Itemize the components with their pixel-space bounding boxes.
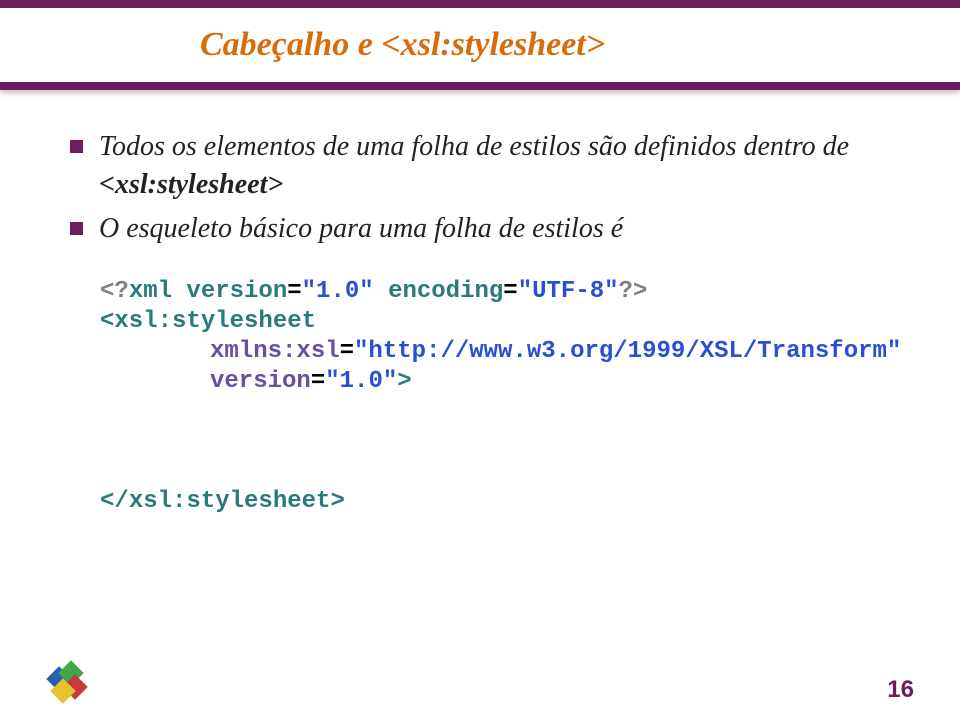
code-token: xsl:stylesheet	[114, 308, 316, 335]
code-block: <?xml version="1.0" encoding="UTF-8"?> <…	[100, 277, 890, 517]
slide-title: Cabeçalho e <xsl:stylesheet>	[200, 26, 605, 64]
code-line: <?xml version="1.0" encoding="UTF-8"?>	[100, 277, 890, 307]
bullet-text: O esqueleto básico para uma folha de est…	[99, 210, 623, 248]
page-number: 16	[887, 676, 914, 704]
code-token: >	[330, 488, 344, 515]
code-token: "UTF-8"	[518, 278, 619, 305]
code-token: =	[503, 278, 517, 305]
bullet-item: Todos os elementos de uma folha de estil…	[70, 128, 890, 204]
code-token: =	[311, 368, 325, 395]
title-inner: Cabeçalho e <xsl:stylesheet>	[0, 8, 960, 82]
bullet-prefix: O esqueleto básico para uma folha de est…	[99, 213, 623, 244]
code-token: >	[397, 368, 411, 395]
code-token: "1.0"	[325, 368, 397, 395]
code-token: "1.0"	[302, 278, 374, 305]
code-token: ?>	[619, 278, 648, 305]
title-band: Cabeçalho e <xsl:stylesheet>	[0, 0, 960, 90]
content-area: Todos os elementos de uma folha de estil…	[0, 90, 960, 517]
logo-icon	[46, 664, 90, 704]
bullet-bold: <xsl:stylesheet>	[99, 169, 283, 200]
code-token: xsl:stylesheet	[129, 488, 331, 515]
code-token: <?	[100, 278, 129, 305]
code-token: version	[210, 368, 311, 395]
bullet-text: Todos os elementos de uma folha de estil…	[99, 128, 890, 204]
code-token: <	[100, 308, 114, 335]
code-token: encoding	[374, 278, 504, 305]
code-token: xmlns:xsl	[210, 338, 340, 365]
bullet-item: O esqueleto básico para uma folha de est…	[70, 210, 890, 248]
code-line: </xsl:stylesheet>	[100, 487, 890, 517]
code-line: version="1.0">	[100, 367, 890, 397]
code-line: xmlns:xsl="http://www.w3.org/1999/XSL/Tr…	[100, 337, 890, 367]
code-token: "http://www.w3.org/1999/XSL/Transform"	[354, 338, 901, 365]
bullet-marker-icon	[70, 222, 83, 235]
code-token: </	[100, 488, 129, 515]
code-token: =	[340, 338, 354, 365]
code-blank	[100, 397, 890, 487]
code-token: =	[287, 278, 301, 305]
code-line: <xsl:stylesheet	[100, 307, 890, 337]
bullet-marker-icon	[70, 140, 83, 153]
code-token: xml version	[129, 278, 287, 305]
bullet-prefix: Todos os elementos de uma folha de estil…	[99, 131, 849, 162]
